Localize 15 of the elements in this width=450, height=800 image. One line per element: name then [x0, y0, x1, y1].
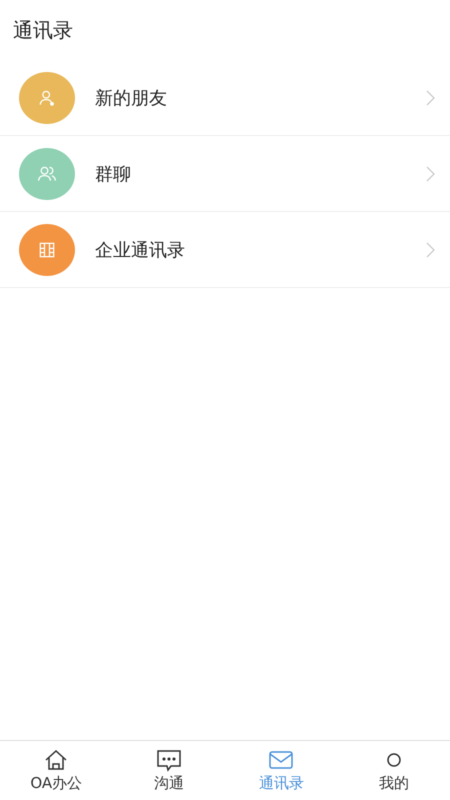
home-icon: [43, 748, 70, 772]
building-icon: [37, 240, 57, 260]
chevron-right-icon: [426, 242, 435, 258]
nav-tab[interactable]: 沟通: [112, 741, 225, 800]
person-icon: [37, 88, 57, 108]
contact-menu-item[interactable]: 企业通讯录: [0, 212, 450, 288]
nav-tab[interactable]: OA办公: [0, 741, 112, 800]
contact-menu-item[interactable]: 新的朋友: [0, 60, 450, 136]
chat-bubble-icon: [156, 748, 182, 772]
circle-icon: [386, 753, 401, 767]
chevron-right-icon: [426, 90, 435, 106]
page-title: 通讯录: [13, 16, 73, 44]
contact-menu-item[interactable]: 群聊: [0, 136, 450, 212]
chevron-right-icon: [426, 166, 435, 182]
nav-tab[interactable]: 我的: [338, 741, 450, 800]
